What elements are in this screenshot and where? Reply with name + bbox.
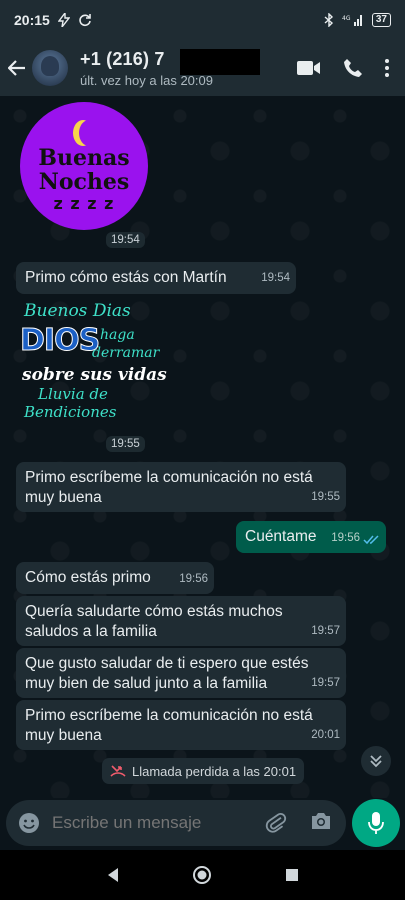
back-arrow-icon[interactable] (2, 60, 32, 76)
chat-area[interactable]: Buenas Noches z z z z 19:54 Primo cómo e… (0, 96, 405, 798)
message-text-line: Primo escríbeme la comunicación no está (25, 469, 313, 486)
message-text-line: muy buena (25, 489, 102, 506)
status-bar: 20:15 4G 37 (0, 0, 405, 40)
missed-call-notice[interactable]: Llamada perdida a las 20:01 (102, 758, 305, 784)
video-call-icon[interactable] (297, 60, 321, 76)
scroll-to-bottom-button[interactable] (361, 746, 391, 776)
message-bubble[interactable]: Primo cómo estás con Martín 19:54 (16, 262, 296, 294)
sticker-buenos-dias[interactable]: Buenos Dias DIOS haga derramar sobre sus… (19, 301, 166, 426)
nav-home-icon[interactable] (192, 865, 212, 885)
message-text-line: Quería saludarte cómo estás muchos (25, 603, 283, 620)
sticker-buenas-noches[interactable]: Buenas Noches z z z z (20, 102, 148, 230)
system-nav-bar (0, 850, 405, 900)
nav-back-icon[interactable] (106, 867, 120, 883)
message-text-line: muy bien de salud junto a la familia (25, 675, 268, 692)
microphone-button[interactable] (352, 799, 400, 847)
attach-icon[interactable] (264, 811, 288, 835)
more-options-icon[interactable] (385, 59, 389, 77)
emoji-icon[interactable] (18, 812, 40, 834)
bluetooth-icon (324, 13, 334, 27)
moon-icon (79, 120, 99, 146)
message-bubble[interactable]: Quería saludarte cómo estás muchos salud… (16, 596, 346, 646)
missed-call-icon (110, 764, 126, 778)
message-input[interactable] (52, 813, 247, 833)
message-bubble[interactable]: Primo escríbeme la comunicación no está … (16, 462, 346, 512)
flash-icon (57, 13, 70, 27)
read-ticks-icon (363, 535, 380, 545)
avatar[interactable] (32, 50, 68, 86)
status-time: 20:15 (14, 12, 50, 28)
message-text: Primo cómo estás con Martín (25, 269, 227, 286)
svg-text:4G: 4G (342, 15, 351, 22)
contact-name: +1 (216) 7 (80, 48, 270, 75)
contact-info[interactable]: +1 (216) 7 últ. vez hoy a las 20:09 (80, 48, 270, 88)
input-bar (0, 798, 405, 850)
message-input-container (6, 800, 346, 846)
camera-icon[interactable] (310, 811, 332, 831)
missed-call-text: Llamada perdida a las 20:01 (132, 763, 297, 779)
message-time: 19:57 (311, 677, 340, 689)
message-text-line: Primo escríbeme la comunicación no está (25, 707, 313, 724)
message-text: Cuéntame (245, 528, 317, 545)
message-time: 19:55 (311, 491, 340, 503)
voice-call-icon[interactable] (343, 58, 363, 78)
message-text: Cómo estás primo (25, 569, 151, 586)
signal-4g-icon: 4G (342, 13, 364, 27)
message-bubble-outgoing[interactable]: Cuéntame 19:56 (236, 521, 386, 553)
message-text-line: saludos a la familia (25, 623, 157, 640)
message-bubble[interactable]: Que gusto saludar de ti espero que estés… (16, 648, 346, 698)
message-time: 19:57 (311, 625, 340, 637)
sync-icon (78, 13, 92, 27)
message-bubble[interactable]: Cómo estás primo 19:56 (16, 562, 214, 594)
double-chevron-down-icon (369, 754, 383, 768)
nav-recents-icon[interactable] (285, 868, 299, 882)
redaction-box (180, 48, 260, 75)
chat-header: +1 (216) 7 últ. vez hoy a las 20:09 (0, 40, 405, 96)
microphone-icon (368, 811, 384, 835)
message-time: 19:56 (331, 532, 360, 544)
message-time: 20:01 (311, 729, 340, 741)
sticker-time: 19:55 (106, 436, 145, 452)
message-time: 19:54 (261, 272, 290, 284)
message-text-line: muy buena (25, 727, 102, 744)
battery-icon: 37 (371, 13, 391, 27)
message-text-line: Que gusto saludar de ti espero que estés (25, 655, 309, 672)
message-bubble[interactable]: Primo escríbeme la comunicación no está … (16, 700, 346, 750)
last-seen: últ. vez hoy a las 20:09 (80, 72, 213, 88)
sticker-time: 19:54 (106, 232, 145, 248)
message-time: 19:56 (179, 573, 208, 585)
